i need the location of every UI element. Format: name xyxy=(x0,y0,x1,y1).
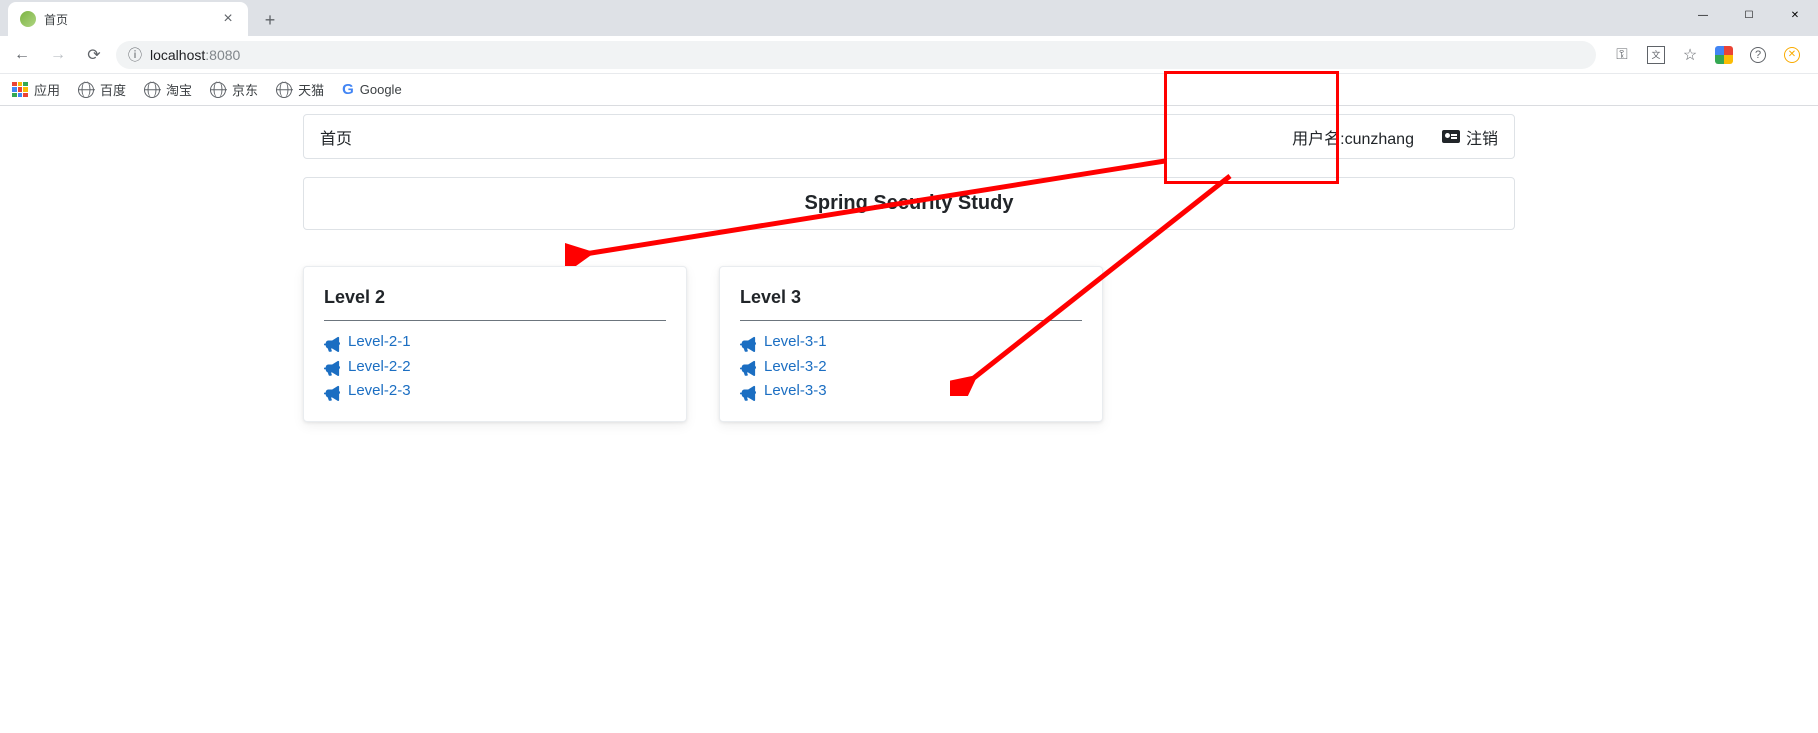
logout-button[interactable]: 注销 xyxy=(1442,125,1498,149)
forward-button[interactable]: → xyxy=(44,41,72,69)
card-title: Level 2 xyxy=(324,287,666,308)
globe-icon xyxy=(78,82,94,98)
link-level-2-3[interactable]: Level-2-3 xyxy=(324,380,666,403)
reload-button[interactable]: ⟳ xyxy=(80,41,108,69)
link-level-3-3[interactable]: Level-3-3 xyxy=(740,380,1082,403)
id-card-icon xyxy=(1442,130,1460,143)
link-level-3-2[interactable]: Level-3-2 xyxy=(740,356,1082,379)
divider xyxy=(324,320,666,321)
bullhorn-icon xyxy=(740,360,756,373)
extension-icon[interactable] xyxy=(1714,45,1734,65)
bullhorn-icon xyxy=(324,385,340,398)
link-level-2-2[interactable]: Level-2-2 xyxy=(324,356,666,379)
bookmark-taobao[interactable]: 淘宝 xyxy=(144,80,192,99)
help-icon[interactable]: ? xyxy=(1748,45,1768,65)
card-level-2: Level 2 Level-2-1 Level-2-2 Level-2-3 xyxy=(303,266,687,422)
page-body: 首页 用户名:cunzhang 注销 Spring Security Study… xyxy=(0,106,1818,430)
bookmark-google[interactable]: G Google xyxy=(342,81,402,98)
bookmark-tmall[interactable]: 天猫 xyxy=(276,80,324,99)
star-icon[interactable]: ☆ xyxy=(1680,45,1700,65)
browser-tab[interactable]: 首页 × xyxy=(8,2,248,36)
favicon-icon xyxy=(20,11,36,27)
back-button[interactable]: ← xyxy=(8,41,36,69)
card-level-3: Level 3 Level-3-1 Level-3-2 Level-3-3 xyxy=(719,266,1103,422)
globe-icon xyxy=(144,82,160,98)
page-title-box: Spring Security Study xyxy=(303,177,1515,230)
key-icon[interactable]: ⚿ xyxy=(1612,45,1632,65)
cards-row: Level 2 Level-2-1 Level-2-2 Level-2-3 Le… xyxy=(303,266,1515,422)
new-tab-button[interactable]: + xyxy=(256,6,284,34)
bullhorn-icon xyxy=(740,336,756,349)
maximize-button[interactable]: ☐ xyxy=(1726,0,1772,30)
logout-label: 注销 xyxy=(1466,125,1498,149)
apps-label: 应用 xyxy=(34,80,60,99)
apps-button[interactable]: 应用 xyxy=(12,80,60,99)
home-link[interactable]: 首页 xyxy=(320,125,352,149)
window-controls: ― ☐ ✕ xyxy=(1680,0,1818,30)
bookmarks-bar: 应用 百度 淘宝 京东 天猫 G Google xyxy=(0,74,1818,106)
globe-icon xyxy=(210,82,226,98)
card-title: Level 3 xyxy=(740,287,1082,308)
minimize-button[interactable]: ― xyxy=(1680,0,1726,30)
apps-icon xyxy=(12,82,28,98)
username-label: 用户名:cunzhang xyxy=(1292,125,1414,149)
bookmark-jd[interactable]: 京东 xyxy=(210,80,258,99)
link-level-2-1[interactable]: Level-2-1 xyxy=(324,331,666,354)
bookmark-baidu[interactable]: 百度 xyxy=(78,80,126,99)
tab-bar: 首页 × + ― ☐ ✕ xyxy=(0,0,1818,36)
address-actions: ⚿ 文 ☆ ? ✕ xyxy=(1604,45,1810,65)
google-icon: G xyxy=(342,81,354,98)
browser-chrome: 首页 × + ― ☐ ✕ ← → ⟳ ⓘ localhost:8080 ⚿ 文 … xyxy=(0,0,1818,106)
address-bar: ← → ⟳ ⓘ localhost:8080 ⚿ 文 ☆ ? ✕ xyxy=(0,36,1818,74)
url-port: :8080 xyxy=(205,47,240,63)
url-input[interactable]: ⓘ localhost:8080 xyxy=(116,41,1596,69)
bullhorn-icon xyxy=(324,336,340,349)
close-icon[interactable]: × xyxy=(220,11,236,27)
translate-icon[interactable]: 文 xyxy=(1646,45,1666,65)
block-icon[interactable]: ✕ xyxy=(1782,45,1802,65)
page-topbar: 首页 用户名:cunzhang 注销 xyxy=(303,114,1515,159)
bullhorn-icon xyxy=(740,385,756,398)
globe-icon xyxy=(276,82,292,98)
link-level-3-1[interactable]: Level-3-1 xyxy=(740,331,1082,354)
bullhorn-icon xyxy=(324,360,340,373)
page-title: Spring Security Study xyxy=(318,192,1500,215)
divider xyxy=(740,320,1082,321)
tab-title: 首页 xyxy=(44,11,212,28)
info-icon[interactable]: ⓘ xyxy=(128,45,142,65)
url-host: localhost xyxy=(150,47,205,63)
close-window-button[interactable]: ✕ xyxy=(1772,0,1818,30)
